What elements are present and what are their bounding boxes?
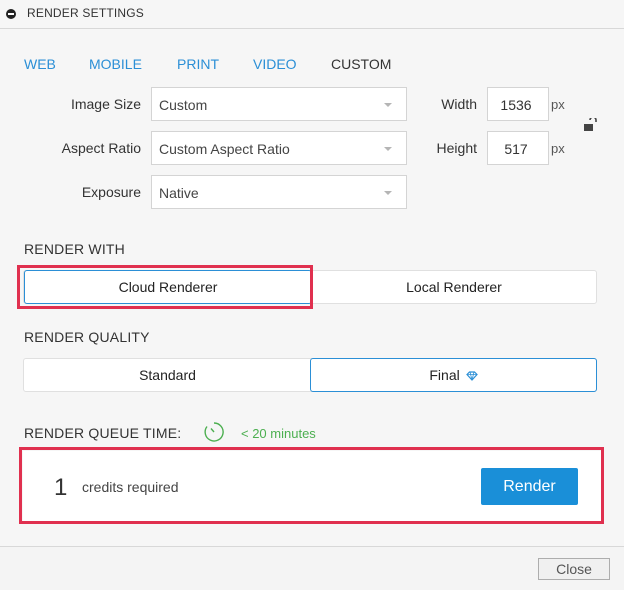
height-unit: px bbox=[551, 141, 565, 156]
render-settings-panel: RENDER SETTINGS WEB MOBILE PRINT VIDEO C… bbox=[0, 0, 624, 590]
close-button[interactable]: Close bbox=[538, 558, 610, 580]
final-quality-label: Final bbox=[429, 367, 460, 383]
credits-count: 1 bbox=[54, 474, 68, 501]
image-size-value: Custom bbox=[159, 97, 208, 113]
tab-custom[interactable]: CUSTOM bbox=[331, 56, 391, 72]
aspect-ratio-select[interactable]: Custom Aspect Ratio bbox=[151, 131, 407, 165]
aspect-ratio-value: Custom Aspect Ratio bbox=[159, 141, 290, 157]
panel-header[interactable]: RENDER SETTINGS bbox=[0, 0, 624, 29]
render-with-toggle: Cloud Renderer Local Renderer bbox=[23, 270, 597, 304]
credits-label: credits required bbox=[82, 479, 179, 495]
width-label: Width bbox=[441, 96, 477, 112]
diamond-icon bbox=[465, 371, 478, 382]
tab-print[interactable]: PRINT bbox=[177, 56, 219, 72]
caret-down-icon bbox=[384, 191, 392, 195]
height-value: 517 bbox=[504, 141, 528, 157]
exposure-value: Native bbox=[159, 185, 199, 201]
tab-web[interactable]: WEB bbox=[24, 56, 56, 72]
cloud-renderer-button[interactable]: Cloud Renderer bbox=[24, 270, 312, 304]
width-unit: px bbox=[551, 97, 565, 112]
exposure-label: Exposure bbox=[81, 184, 141, 200]
unlocked-padlock-icon[interactable] bbox=[583, 116, 597, 135]
tab-video[interactable]: VIDEO bbox=[253, 56, 297, 72]
height-input[interactable]: 517 bbox=[487, 131, 549, 165]
tab-mobile[interactable]: MOBILE bbox=[89, 56, 142, 72]
queue-time-value: < 20 minutes bbox=[241, 426, 316, 441]
caret-down-icon bbox=[384, 103, 392, 107]
image-size-label: Image Size bbox=[70, 96, 141, 112]
aspect-ratio-label: Aspect Ratio bbox=[61, 140, 141, 156]
exposure-select[interactable]: Native bbox=[151, 175, 407, 209]
panel-title: RENDER SETTINGS bbox=[27, 6, 145, 20]
render-quality-toggle: Standard Final bbox=[23, 358, 597, 392]
render-button[interactable]: Render bbox=[481, 468, 578, 505]
caret-down-icon bbox=[384, 147, 392, 151]
local-renderer-button[interactable]: Local Renderer bbox=[312, 271, 596, 303]
panel-footer bbox=[0, 546, 624, 590]
render-quality-title: RENDER QUALITY bbox=[24, 329, 150, 345]
width-value: 1536 bbox=[500, 97, 532, 113]
image-size-select[interactable]: Custom bbox=[151, 87, 407, 121]
height-label: Height bbox=[436, 140, 477, 156]
queue-time-title: RENDER QUEUE TIME: bbox=[24, 425, 182, 441]
standard-quality-button[interactable]: Standard bbox=[24, 359, 311, 391]
render-with-title: RENDER WITH bbox=[24, 241, 125, 257]
final-quality-button[interactable]: Final bbox=[310, 358, 597, 392]
timer-icon bbox=[203, 421, 225, 446]
minus-circle-icon[interactable] bbox=[6, 9, 16, 19]
width-input[interactable]: 1536 bbox=[487, 87, 549, 121]
